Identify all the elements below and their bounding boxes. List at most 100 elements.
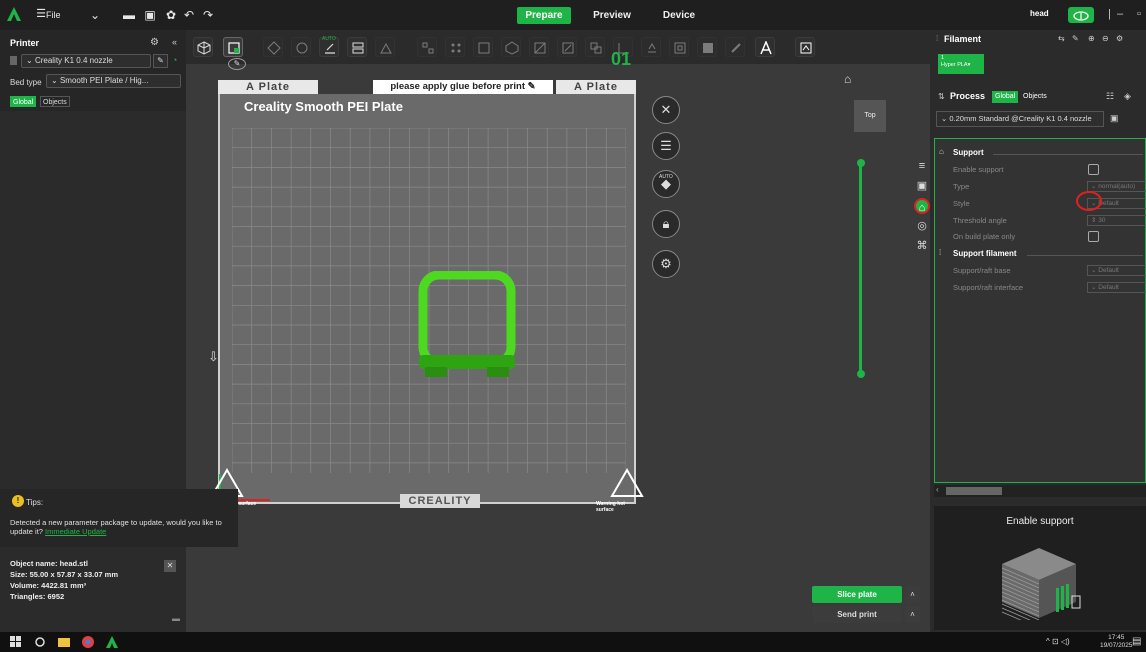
orient-button[interactable] bbox=[263, 37, 283, 57]
scale-button[interactable] bbox=[473, 37, 493, 57]
scroll-left-icon[interactable]: ‹ bbox=[936, 485, 939, 494]
build-plate[interactable]: Creality Smooth PEI Plate ⇩ Warning hot … bbox=[208, 94, 644, 513]
layer-slider-track[interactable] bbox=[859, 162, 862, 374]
others-tab-icon[interactable]: ⌘ bbox=[914, 238, 930, 254]
seam-paint-button[interactable] bbox=[669, 37, 689, 57]
support-tab-icon[interactable]: ⌂ bbox=[914, 198, 930, 214]
settings-round-button[interactable]: ⚙ bbox=[652, 250, 680, 278]
gear-icon[interactable]: ✿ bbox=[164, 8, 178, 22]
add-plate-button[interactable] bbox=[223, 37, 243, 57]
add-filament-icon[interactable]: ⊕ bbox=[1088, 34, 1095, 43]
plate-note[interactable]: please apply glue before print ✎ bbox=[373, 80, 553, 94]
collapse-icon[interactable]: « bbox=[172, 37, 177, 47]
split-button[interactable] bbox=[417, 37, 437, 57]
filament-slot-1[interactable]: 1 Hyper PLA▾ bbox=[938, 54, 984, 74]
collapse-info-icon[interactable]: ▬ bbox=[172, 614, 180, 623]
layer-slider-top-handle[interactable] bbox=[857, 159, 865, 167]
enable-support-checkbox[interactable] bbox=[1088, 164, 1099, 175]
settings-scrollbar[interactable]: ‹ bbox=[934, 485, 1146, 497]
add-object-button[interactable] bbox=[193, 37, 213, 57]
process-preset-select[interactable]: ⌄ 0.20mm Standard @Creality K1 0.4 nozzl… bbox=[936, 111, 1104, 127]
creality-logo-icon[interactable] bbox=[6, 6, 22, 22]
wifi-icon[interactable]: ◔ bbox=[172, 55, 177, 65]
save-icon[interactable]: ▣ bbox=[143, 8, 157, 22]
chrome-icon[interactable] bbox=[82, 636, 94, 648]
printer-objects-tab[interactable]: Objects bbox=[40, 96, 70, 107]
boolean-button[interactable] bbox=[557, 37, 577, 57]
open-folder-icon[interactable]: ▬ bbox=[122, 8, 136, 22]
process-global-tab[interactable]: Global bbox=[992, 91, 1019, 103]
filament-edit-icon[interactable]: ✎ bbox=[1072, 34, 1079, 43]
model-head-stl[interactable] bbox=[417, 271, 517, 381]
clock[interactable]: 17:45 19/07/2025 bbox=[1100, 634, 1133, 650]
color-paint-button[interactable] bbox=[697, 37, 717, 57]
save-preset-icon[interactable]: ▣ bbox=[1110, 113, 1119, 124]
list-round-button[interactable]: ☰ bbox=[652, 132, 680, 160]
svg-tool-button[interactable] bbox=[795, 37, 815, 57]
scrollbar-thumb[interactable] bbox=[946, 487, 1002, 495]
process-compare-icon[interactable]: ◈ bbox=[1124, 91, 1131, 102]
cut-button[interactable] bbox=[529, 37, 549, 57]
printer-select[interactable]: ⌄ Creality K1 0.4 nozzle bbox=[21, 54, 151, 68]
home-view-icon[interactable]: ⌂ bbox=[844, 72, 851, 86]
file-menu[interactable]: File bbox=[46, 8, 61, 22]
plate-label-left[interactable]: A Plate bbox=[218, 80, 318, 94]
support-raft-interface-select[interactable]: ⌄ Default bbox=[1087, 282, 1146, 293]
redo-icon[interactable]: ↷ bbox=[201, 8, 215, 22]
search-icon[interactable] bbox=[34, 636, 46, 648]
printer-settings-icon[interactable]: ⚙ bbox=[150, 37, 159, 48]
plate-label-right[interactable]: A Plate bbox=[556, 80, 636, 94]
layout-button[interactable] bbox=[347, 37, 367, 57]
process-list-icon[interactable]: ☷ bbox=[1106, 91, 1114, 102]
chevron-down-icon[interactable]: ⌄ bbox=[88, 8, 102, 22]
cloud-sync-button[interactable] bbox=[1068, 7, 1094, 23]
send-print-button[interactable]: Send print bbox=[812, 606, 902, 623]
threshold-angle-spin[interactable]: ⇕ 30 bbox=[1087, 215, 1146, 226]
text-tool-button[interactable] bbox=[755, 37, 775, 57]
maximize-icon[interactable]: ▫ bbox=[1137, 8, 1141, 20]
brush-button[interactable] bbox=[725, 37, 745, 57]
support-type-select[interactable]: ⌄ normal(auto) bbox=[1087, 181, 1146, 192]
remove-filament-icon[interactable]: ⊖ bbox=[1102, 34, 1109, 43]
lock-round-button[interactable]: 🔒︎ bbox=[652, 210, 680, 238]
support-paint-button[interactable] bbox=[641, 37, 661, 57]
printer-global-tab[interactable]: Global bbox=[10, 96, 37, 107]
slice-plate-button[interactable]: Slice plate bbox=[812, 586, 902, 603]
user-name[interactable]: head bbox=[1030, 9, 1049, 18]
sidebar-arrow-icon[interactable]: ⇩ bbox=[208, 349, 219, 365]
build-plate-only-checkbox[interactable] bbox=[1088, 231, 1099, 242]
edit-plate-icon[interactable]: ✎ bbox=[228, 58, 246, 70]
object-info-close-button[interactable]: ✕ bbox=[164, 560, 176, 572]
3d-viewport[interactable]: 01 ✎ A Plate please apply glue before pr… bbox=[186, 49, 930, 632]
close-round-button[interactable]: ✕ bbox=[652, 96, 680, 124]
auto-arrange-button[interactable]: AUTO bbox=[319, 36, 339, 57]
process-objects-tab[interactable]: Objects bbox=[1020, 91, 1050, 103]
tab-preview[interactable]: Preview bbox=[587, 7, 637, 24]
tab-device[interactable]: Device bbox=[657, 7, 701, 24]
edit-printer-button[interactable]: ✎ bbox=[153, 54, 168, 68]
strength-tab-icon[interactable]: ▣ bbox=[914, 178, 930, 194]
filament-sync-icon[interactable]: ⇆ bbox=[1058, 34, 1065, 43]
rotate-button[interactable] bbox=[291, 37, 311, 57]
grid-button[interactable] bbox=[445, 37, 465, 57]
support-raft-base-select[interactable]: ⌄ Default bbox=[1087, 265, 1146, 276]
creality-app-icon[interactable] bbox=[106, 636, 118, 648]
assembly-button[interactable] bbox=[585, 37, 605, 57]
notifications-icon[interactable]: ▤ bbox=[1132, 636, 1141, 647]
immediate-update-link[interactable]: Immediate Update bbox=[45, 527, 106, 536]
speed-tab-icon[interactable]: ◎ bbox=[914, 218, 930, 234]
send-options-arrow[interactable]: ˄ bbox=[905, 606, 920, 623]
auto-orient-round-button[interactable]: AUTO ◆ bbox=[652, 170, 680, 198]
slice-options-arrow[interactable]: ˄ bbox=[905, 586, 920, 603]
top-view-cube[interactable]: Top bbox=[854, 100, 886, 132]
layer-slider-bottom-handle[interactable] bbox=[857, 370, 865, 378]
minimize-icon[interactable]: – bbox=[1117, 8, 1123, 20]
filament-settings-icon[interactable]: ⚙ bbox=[1116, 34, 1123, 43]
lay-flat-button[interactable] bbox=[375, 37, 395, 57]
move-button[interactable] bbox=[501, 37, 521, 57]
quality-tab-icon[interactable]: ≡ bbox=[914, 158, 930, 174]
bed-type-select[interactable]: ⌄ Smooth PEI Plate / Hig... bbox=[46, 74, 181, 88]
system-tray-icons[interactable]: ^ ⊡ ◁) bbox=[1046, 637, 1070, 646]
tab-prepare[interactable]: Prepare bbox=[517, 7, 571, 24]
undo-icon[interactable]: ↶ bbox=[182, 8, 196, 22]
